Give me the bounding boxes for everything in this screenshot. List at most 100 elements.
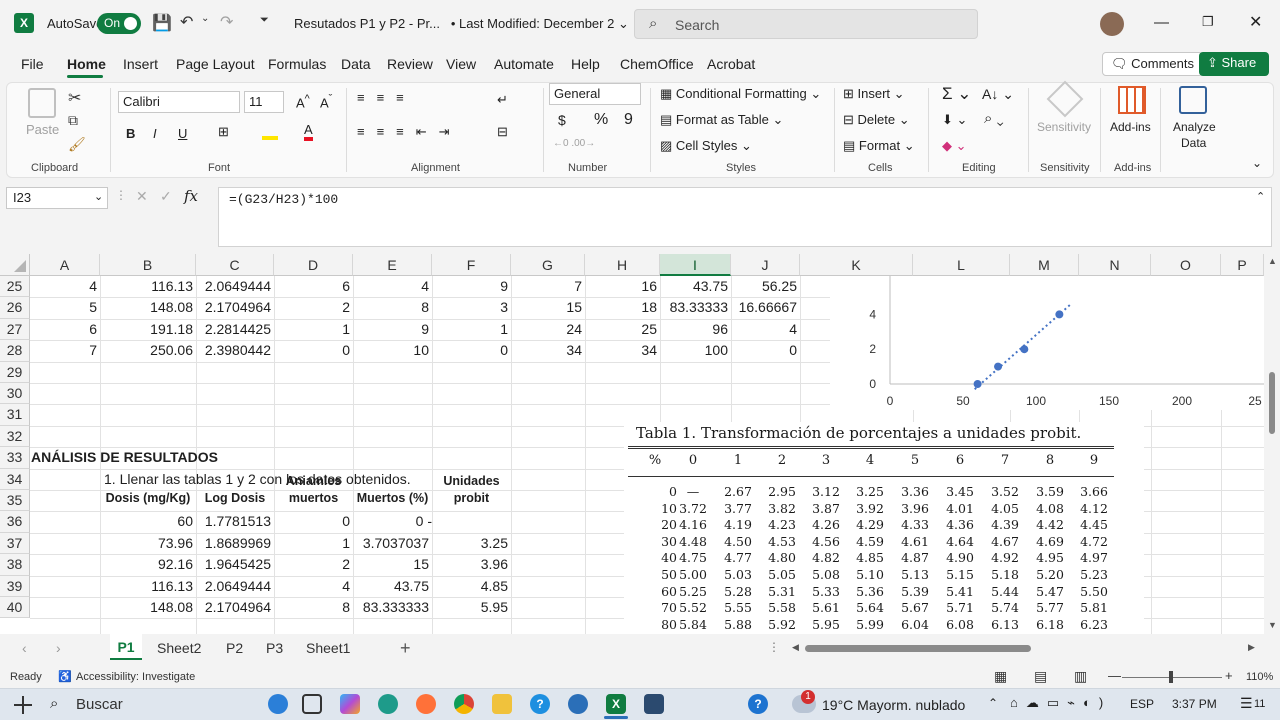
- table-cell[interactable]: 148.08: [100, 597, 196, 618]
- table-cell[interactable]: 1.8689969: [196, 533, 274, 554]
- table-cell[interactable]: 0: [731, 340, 800, 361]
- row-header-29[interactable]: 29: [0, 361, 30, 383]
- cut-icon[interactable]: ✂: [68, 88, 81, 108]
- add-sheet-icon[interactable]: +: [400, 638, 411, 659]
- scroll-down-icon[interactable]: ▼: [1268, 620, 1277, 630]
- paste-icon[interactable]: [28, 88, 56, 118]
- table-cell[interactable]: 1.7781513: [196, 511, 274, 532]
- scroll-right-icon[interactable]: ▶: [1248, 642, 1255, 653]
- normal-view-icon[interactable]: ▦: [994, 668, 1007, 685]
- taskbar-search[interactable]: Buscar: [76, 696, 123, 713]
- menu-home[interactable]: Home: [67, 56, 106, 72]
- table-cell[interactable]: 2.0649444: [196, 576, 274, 597]
- table-cell[interactable]: 5: [30, 297, 100, 318]
- enter-formula-icon[interactable]: ✓: [160, 188, 172, 205]
- select-all-corner[interactable]: [0, 254, 30, 276]
- font-name-select[interactable]: Calibri: [118, 91, 240, 113]
- comma-style-icon[interactable]: 9: [624, 111, 633, 129]
- sheet-tab-p1[interactable]: P1: [110, 634, 142, 660]
- column-header-o[interactable]: O: [1151, 254, 1221, 276]
- column-header-j[interactable]: J: [731, 254, 800, 276]
- table-cell[interactable]: 2.0649444: [196, 276, 274, 297]
- table-cell[interactable]: 9: [432, 276, 511, 297]
- vertical-align-icons[interactable]: ≡≡≡: [357, 90, 416, 105]
- fill-color-icon[interactable]: [262, 126, 278, 140]
- table-cell[interactable]: 116.13: [100, 576, 196, 597]
- sheet-tab-p2[interactable]: P2: [226, 640, 243, 656]
- autosum-icon[interactable]: Σ ⌄: [942, 84, 971, 104]
- zoom-level[interactable]: 110%: [1246, 671, 1273, 683]
- table-cell[interactable]: 10: [353, 340, 432, 361]
- table-cell[interactable]: 15: [511, 297, 585, 318]
- document-title[interactable]: Resutados P1 y P2 - Pr... • Last Modifie…: [294, 16, 629, 32]
- accessibility-status[interactable]: Accessibility: Investigate: [76, 671, 195, 683]
- row-header-26[interactable]: 26: [0, 297, 30, 319]
- copilot-app-icon[interactable]: [340, 694, 360, 714]
- row-header-32[interactable]: 32: [0, 425, 30, 448]
- undo-icon[interactable]: ↶: [180, 12, 193, 32]
- menu-automate[interactable]: Automate: [494, 56, 554, 72]
- column-header-c[interactable]: C: [196, 254, 274, 276]
- add-ins-icon[interactable]: [1118, 86, 1146, 114]
- tray-icons[interactable]: ⌂☁▭⌁◐): [1010, 695, 1111, 711]
- row-header-28[interactable]: 28: [0, 340, 30, 362]
- worksheet-grid[interactable]: ABCDEFGHIJKLMNOP 25 26 27 28 29 30 31 32 33 34 35 3…: [0, 254, 1264, 634]
- clear-icon[interactable]: ◆ ⌄: [942, 138, 967, 154]
- more-options-icon[interactable]: ⋮: [115, 188, 127, 202]
- menu-help[interactable]: Help: [571, 56, 600, 72]
- vertical-scrollbar[interactable]: ▲ ▼: [1264, 254, 1280, 634]
- next-sheet-icon[interactable]: ›: [56, 640, 61, 656]
- table-cell[interactable]: 0 -: [353, 511, 432, 532]
- menu-view[interactable]: View: [446, 56, 476, 72]
- file-explorer-icon[interactable]: [492, 694, 512, 714]
- minimize-icon[interactable]: —: [1154, 14, 1169, 31]
- italic-button[interactable]: I: [153, 126, 157, 141]
- menu-file[interactable]: File: [21, 56, 44, 72]
- header-muertos-pct[interactable]: Muertos (%): [353, 488, 432, 509]
- currency-button[interactable]: $: [558, 112, 566, 128]
- name-box-chevron-icon[interactable]: ⌄: [94, 190, 103, 203]
- borders-icon[interactable]: ⊞: [218, 124, 229, 140]
- column-header-g[interactable]: G: [511, 254, 585, 276]
- horizontal-align-icons[interactable]: ≡≡≡⇤⇥: [357, 124, 462, 140]
- table-cell[interactable]: 73.96: [100, 533, 196, 554]
- table-cell[interactable]: [432, 511, 511, 532]
- zoom-out-icon[interactable]: —: [1108, 668, 1121, 683]
- format-painter-icon[interactable]: 🖌: [68, 136, 86, 153]
- menu-acrobat[interactable]: Acrobat: [707, 56, 755, 72]
- column-header-n[interactable]: N: [1079, 254, 1151, 276]
- table-cell[interactable]: 100: [660, 340, 731, 361]
- zoom-slider-thumb[interactable]: [1169, 671, 1173, 683]
- find-select-icon[interactable]: ⌕ ⌄: [984, 110, 1004, 127]
- sheet-tab-sheet1[interactable]: Sheet1: [306, 640, 350, 656]
- table-cell[interactable]: 6: [274, 276, 353, 297]
- table-cell[interactable]: 5.95: [432, 597, 511, 618]
- table-cell[interactable]: 2: [274, 554, 353, 575]
- underline-button[interactable]: U: [178, 126, 187, 141]
- format-cells-button[interactable]: ▤ Format ⌄: [843, 138, 915, 154]
- comments-button[interactable]: 🗨 Comments: [1102, 52, 1203, 76]
- sort-filter-icon[interactable]: A↓ ⌄: [982, 86, 1014, 103]
- column-header-e[interactable]: E: [353, 254, 432, 276]
- column-header-k[interactable]: K: [800, 254, 913, 276]
- header-log-dosis[interactable]: Log Dosis: [196, 488, 274, 509]
- excel-taskbar-icon[interactable]: X: [606, 694, 626, 714]
- table-cell[interactable]: 3.7037037: [353, 533, 432, 554]
- table-cell[interactable]: 56.25: [731, 276, 800, 297]
- table-cell[interactable]: 96: [660, 319, 731, 340]
- copilot-icon[interactable]: [268, 694, 288, 714]
- row-header-31[interactable]: 31: [0, 404, 30, 426]
- page-break-view-icon[interactable]: ▥: [1074, 668, 1087, 685]
- weather-text[interactable]: 19°C Mayorm. nublado: [822, 697, 965, 713]
- table-cell[interactable]: 8: [353, 297, 432, 318]
- scroll-left-icon[interactable]: ◀: [792, 642, 799, 653]
- customize-toolbar-icon[interactable]: ⏷: [260, 14, 269, 27]
- header-muertos-2[interactable]: muertos: [274, 488, 353, 509]
- row-header-35[interactable]: 35: [0, 490, 30, 512]
- table-cell[interactable]: 6: [30, 319, 100, 340]
- table-cell[interactable]: 24: [511, 319, 585, 340]
- wrap-text-icon[interactable]: ↵: [497, 92, 508, 108]
- row-header-27[interactable]: 27: [0, 318, 30, 341]
- scroll-up-icon[interactable]: ▲: [1268, 256, 1277, 266]
- table-cell[interactable]: 8: [274, 597, 353, 618]
